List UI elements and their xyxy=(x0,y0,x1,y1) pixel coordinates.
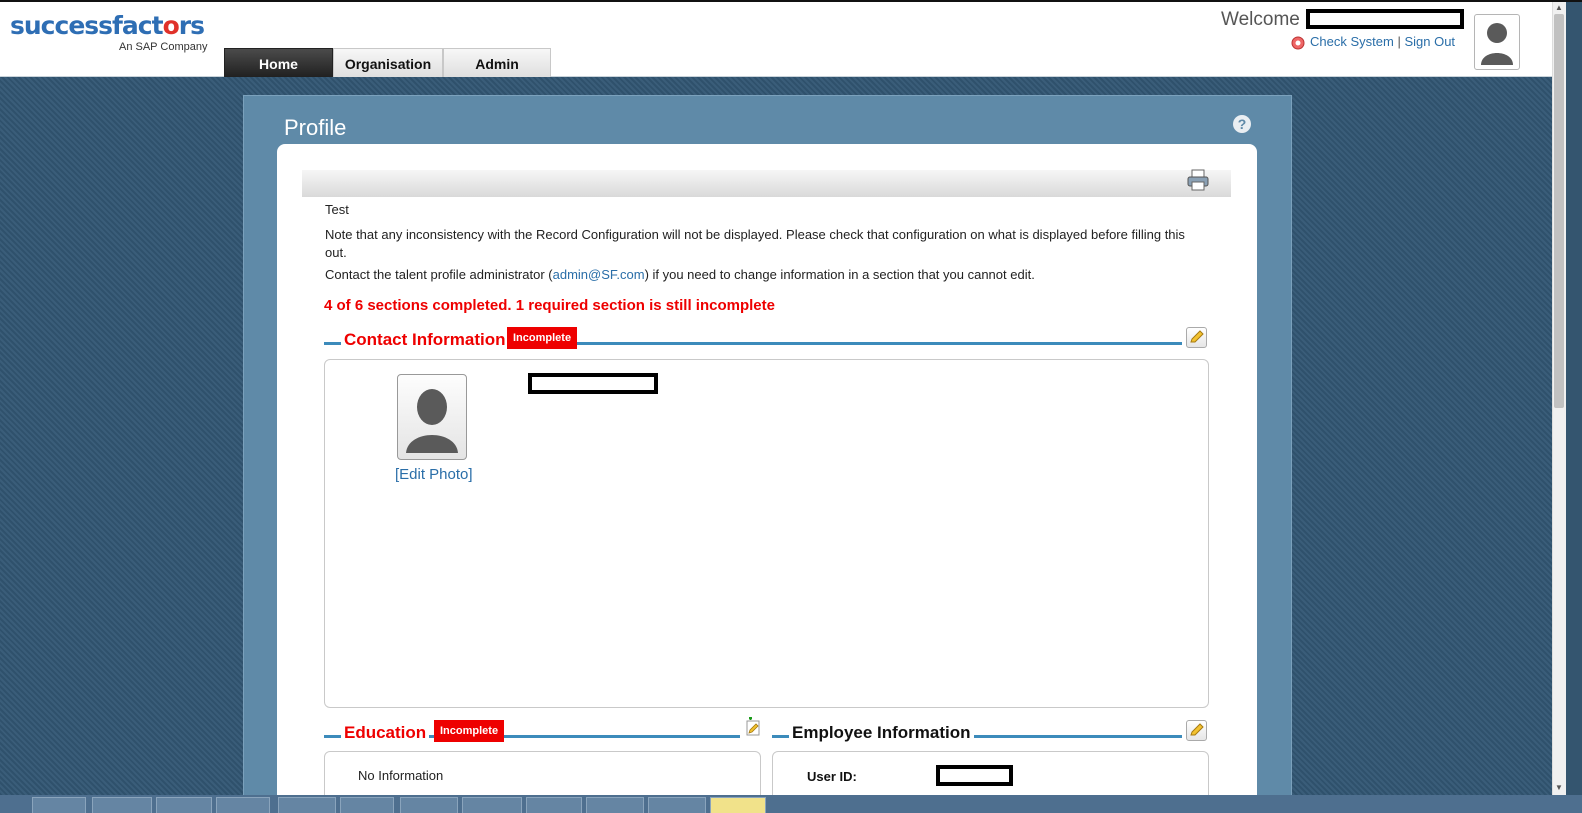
logo-heart-icon: o xyxy=(162,11,180,40)
configuration-note: Note that any inconsistency with the Rec… xyxy=(325,227,1185,260)
education-section-header: Education Incomplete xyxy=(324,720,742,747)
utility-links: Check System | Sign Out xyxy=(1290,34,1455,51)
profile-toolbar xyxy=(302,170,1231,197)
taskbar-app-button[interactable] xyxy=(586,797,644,813)
taskbar-app-button[interactable] xyxy=(400,797,458,813)
education-empty-text: No Information xyxy=(358,768,444,783)
welcome-label: Welcome xyxy=(1221,9,1300,30)
taskbar-app-button[interactable] xyxy=(462,797,522,813)
tab-admin[interactable]: Admin xyxy=(443,48,551,78)
employee-section-title: Employee Information xyxy=(789,723,974,743)
redacted-employee-name xyxy=(528,373,658,394)
taskbar-app-button[interactable] xyxy=(216,797,270,813)
test-label: Test xyxy=(325,202,349,217)
taskbar-app-button[interactable] xyxy=(340,797,394,813)
pencil-icon xyxy=(1190,330,1204,343)
pencil-icon xyxy=(1190,723,1204,736)
main-nav-tabs: Home Organisation Admin xyxy=(224,48,551,78)
scroll-down-arrow-icon[interactable]: ▼ xyxy=(1555,784,1563,792)
check-system-icon xyxy=(1291,36,1305,50)
contact-section-title: Contact Information xyxy=(341,330,509,350)
user-avatar[interactable] xyxy=(1474,14,1520,70)
help-icon[interactable]: ? xyxy=(1233,115,1251,133)
profile-photo[interactable] xyxy=(397,374,467,460)
person-silhouette-icon xyxy=(1481,23,1513,65)
education-incomplete-badge: Incomplete xyxy=(434,720,505,742)
redacted-user-id xyxy=(936,765,1013,786)
taskbar-app-button[interactable] xyxy=(92,797,152,813)
taskbar-app-button[interactable] xyxy=(526,797,582,813)
tab-organisation[interactable]: Organisation xyxy=(333,48,443,78)
page-title: Profile xyxy=(284,115,347,140)
printer-icon[interactable] xyxy=(1186,169,1210,191)
education-section-title: Education xyxy=(341,723,430,743)
employee-section-header: Employee Information xyxy=(772,723,1184,747)
edit-photo-link[interactable]: [Edit Photo] xyxy=(395,466,473,483)
contact-admin-text: Contact the talent profile administrator… xyxy=(325,267,1035,282)
admin-email-link[interactable]: admin@SF.com xyxy=(553,267,645,282)
add-entry-icon[interactable] xyxy=(744,717,762,737)
contact-incomplete-badge: Incomplete xyxy=(507,327,578,349)
top-header: successfactors An SAP Company Home Organ… xyxy=(0,2,1565,78)
logo-subtitle: An SAP Company xyxy=(119,41,208,53)
user-id-label: User ID: xyxy=(807,769,857,784)
redacted-username xyxy=(1306,9,1464,29)
check-system-link[interactable]: Check System xyxy=(1310,34,1394,49)
person-silhouette-icon xyxy=(406,389,458,453)
contact-section-header: Contact Information Incomplete xyxy=(324,327,1184,354)
taskbar-active-app-button[interactable] xyxy=(710,797,766,813)
taskbar-app-button[interactable] xyxy=(156,797,212,813)
tab-home[interactable]: Home xyxy=(224,48,333,78)
logo-wordmark: successfactors xyxy=(10,11,205,40)
sign-out-link[interactable]: Sign Out xyxy=(1404,34,1455,49)
link-separator: | xyxy=(1397,34,1401,49)
successfactors-logo[interactable]: successfactors An SAP Company xyxy=(10,11,207,54)
taskbar-app-button[interactable] xyxy=(278,797,336,813)
contact-prefix: Contact the talent profile administrator… xyxy=(325,267,553,282)
scrollbar-thumb[interactable] xyxy=(1554,14,1564,408)
completion-status: 4 of 6 sections completed. 1 required se… xyxy=(324,297,775,314)
scroll-up-arrow-icon[interactable]: ▲ xyxy=(1555,4,1563,12)
contact-edit-button[interactable] xyxy=(1186,327,1207,348)
employee-edit-button[interactable] xyxy=(1186,720,1207,741)
contact-suffix: ) if you need to change information in a… xyxy=(644,267,1035,282)
taskbar-app-button[interactable] xyxy=(32,797,86,813)
taskbar-app-button[interactable] xyxy=(648,797,706,813)
